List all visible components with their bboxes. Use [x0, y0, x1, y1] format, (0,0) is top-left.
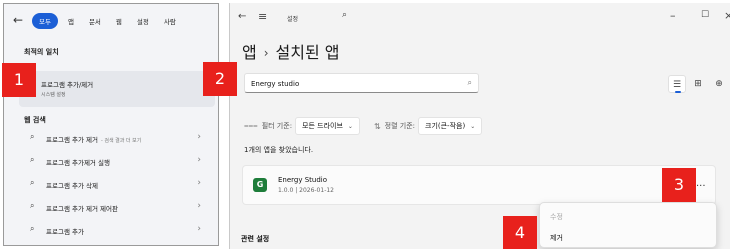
- title-bar: ← ≡ 설정 ⌕ – ☐ ×: [230, 3, 730, 31]
- breadcrumb-parent[interactable]: 앱: [242, 43, 257, 62]
- app-name: Energy Studio: [278, 176, 328, 184]
- minimize-icon[interactable]: –: [670, 9, 676, 22]
- web-result-row[interactable]: ⌕ 프로그램 추가 삭제 ›: [19, 174, 215, 194]
- maximize-icon[interactable]: ☐: [701, 10, 709, 20]
- sort-icon: ⇅: [373, 121, 381, 131]
- search-icon: ⌕: [30, 132, 35, 141]
- callout-badge-3: 3: [662, 168, 696, 202]
- filter-chip-settings[interactable]: 설정: [132, 13, 154, 29]
- related-settings-label: 관련 설정: [241, 235, 270, 243]
- results-count: 1개의 앱을 찾았습니다.: [244, 146, 314, 154]
- search-icon: ⌕: [30, 155, 35, 164]
- filter-chip-all[interactable]: 모두: [32, 13, 58, 29]
- modify-menu-item[interactable]: 수정: [550, 212, 563, 222]
- sort-dropdown[interactable]: 크기(큰-작음) ⌄: [418, 117, 483, 135]
- filter-chip-apps[interactable]: 앱: [63, 13, 79, 29]
- filter-label: 필터 기준:: [261, 122, 293, 130]
- chevron-right-icon: ›: [197, 132, 201, 142]
- web-result-text: 프로그램 추가 삭제: [46, 182, 98, 190]
- search-icon: ⌕: [467, 78, 472, 87]
- web-result-text: 프로그램 추가제거 실행: [46, 159, 110, 167]
- window-title: 설정: [287, 16, 299, 23]
- search-icon: ⌕: [30, 201, 35, 210]
- callout-badge-2: 2: [203, 62, 237, 96]
- web-result-text: 프로그램 추가: [46, 228, 84, 236]
- callout-badge-1: 1: [2, 63, 36, 97]
- chevron-right-icon: ›: [263, 46, 269, 60]
- web-result-row[interactable]: ⌕ 프로그램 추가 제거 제어판 ›: [19, 197, 215, 217]
- filter-icon: ⩶: [244, 121, 258, 130]
- app-search-value: Energy studio: [251, 80, 300, 88]
- more-options-button[interactable]: ...: [696, 178, 706, 189]
- app-search-input[interactable]: Energy studio ⌕: [244, 73, 479, 93]
- best-match-subtitle: 시스템 설정: [41, 92, 66, 98]
- grid-view-icon[interactable]: ⊞: [689, 75, 707, 93]
- chevron-down-icon: ⌄: [470, 123, 476, 130]
- best-match-item[interactable]: ☰ 프로그램 추가/제거 시스템 설정: [19, 71, 215, 107]
- filter-chip-documents[interactable]: 문서: [84, 13, 106, 29]
- chevron-down-icon: ⌄: [347, 123, 353, 130]
- filter-dropdown[interactable]: 모든 드라이브 ⌄: [295, 117, 360, 135]
- back-arrow-icon[interactable]: ←: [238, 11, 246, 22]
- tile-view-icon[interactable]: ⊕: [710, 75, 728, 93]
- chevron-right-icon: ›: [197, 201, 201, 211]
- windows-search-panel: ← 모두 앱 문서 웹 설정 사람 최적의 일치 ☰ 프로그램 추가/제거 시스…: [3, 3, 219, 246]
- uninstall-menu-item[interactable]: 제거: [550, 233, 563, 243]
- web-result-text: 프로그램 추가 제거 - 검색 결과 더 보기: [46, 136, 142, 144]
- app-icon: G: [253, 178, 267, 192]
- app-context-menu: 수정 제거: [539, 202, 717, 248]
- screenshot-root: ← 모두 앱 문서 웹 설정 사람 최적의 일치 ☰ 프로그램 추가/제거 시스…: [0, 0, 730, 249]
- best-match-heading: 최적의 일치: [24, 48, 59, 56]
- search-icon[interactable]: ⌕: [342, 10, 347, 20]
- installed-app-row: G Energy Studio 1.0.0 | 2026-01-12 ...: [242, 165, 716, 205]
- settings-window: ← ≡ 설정 ⌕ – ☐ × 앱 › 설치된 앱 Energy studio ⌕ ☰…: [229, 3, 730, 249]
- web-result-row[interactable]: ⌕ 프로그램 추가 제거 - 검색 결과 더 보기 ›: [19, 128, 215, 148]
- web-result-row[interactable]: ⌕ 프로그램 추가제거 실행 ›: [19, 151, 215, 171]
- search-filter-bar: ← 모두 앱 문서 웹 설정 사람: [4, 4, 218, 38]
- page-title: 설치된 앱: [275, 43, 340, 62]
- app-version-date: 1.0.0 | 2026-01-12: [278, 187, 334, 194]
- web-result-row[interactable]: ⌕ 프로그램 추가 ›: [19, 220, 215, 240]
- filter-sort-row: ⩶ 필터 기준: 모든 드라이브 ⌄ ⇅ 정렬 기준: 크기(큰-작음) ⌄: [244, 116, 483, 136]
- filter-chip-people[interactable]: 사람: [159, 13, 181, 29]
- hamburger-menu-icon[interactable]: ≡: [258, 10, 267, 23]
- back-arrow-icon[interactable]: ←: [13, 13, 23, 27]
- chevron-right-icon: ›: [197, 224, 201, 234]
- close-icon[interactable]: ×: [724, 9, 730, 22]
- search-icon: ⌕: [30, 224, 35, 233]
- best-match-title: 프로그램 추가/제거: [41, 81, 94, 89]
- chevron-right-icon: ›: [197, 155, 201, 165]
- web-search-heading: 웹 검색: [24, 116, 46, 124]
- callout-badge-4: 4: [503, 216, 537, 249]
- breadcrumb: 앱 › 설치된 앱: [242, 39, 340, 63]
- list-view-icon[interactable]: ☰: [668, 75, 686, 93]
- filter-chip-web[interactable]: 웹: [111, 13, 127, 29]
- chevron-right-icon: ›: [197, 178, 201, 188]
- sort-label: 정렬 기준:: [384, 122, 415, 130]
- search-icon: ⌕: [30, 178, 35, 187]
- web-result-text: 프로그램 추가 제거 제어판: [46, 205, 118, 213]
- view-toggle-group: ☰ ⊞ ⊕: [668, 73, 730, 95]
